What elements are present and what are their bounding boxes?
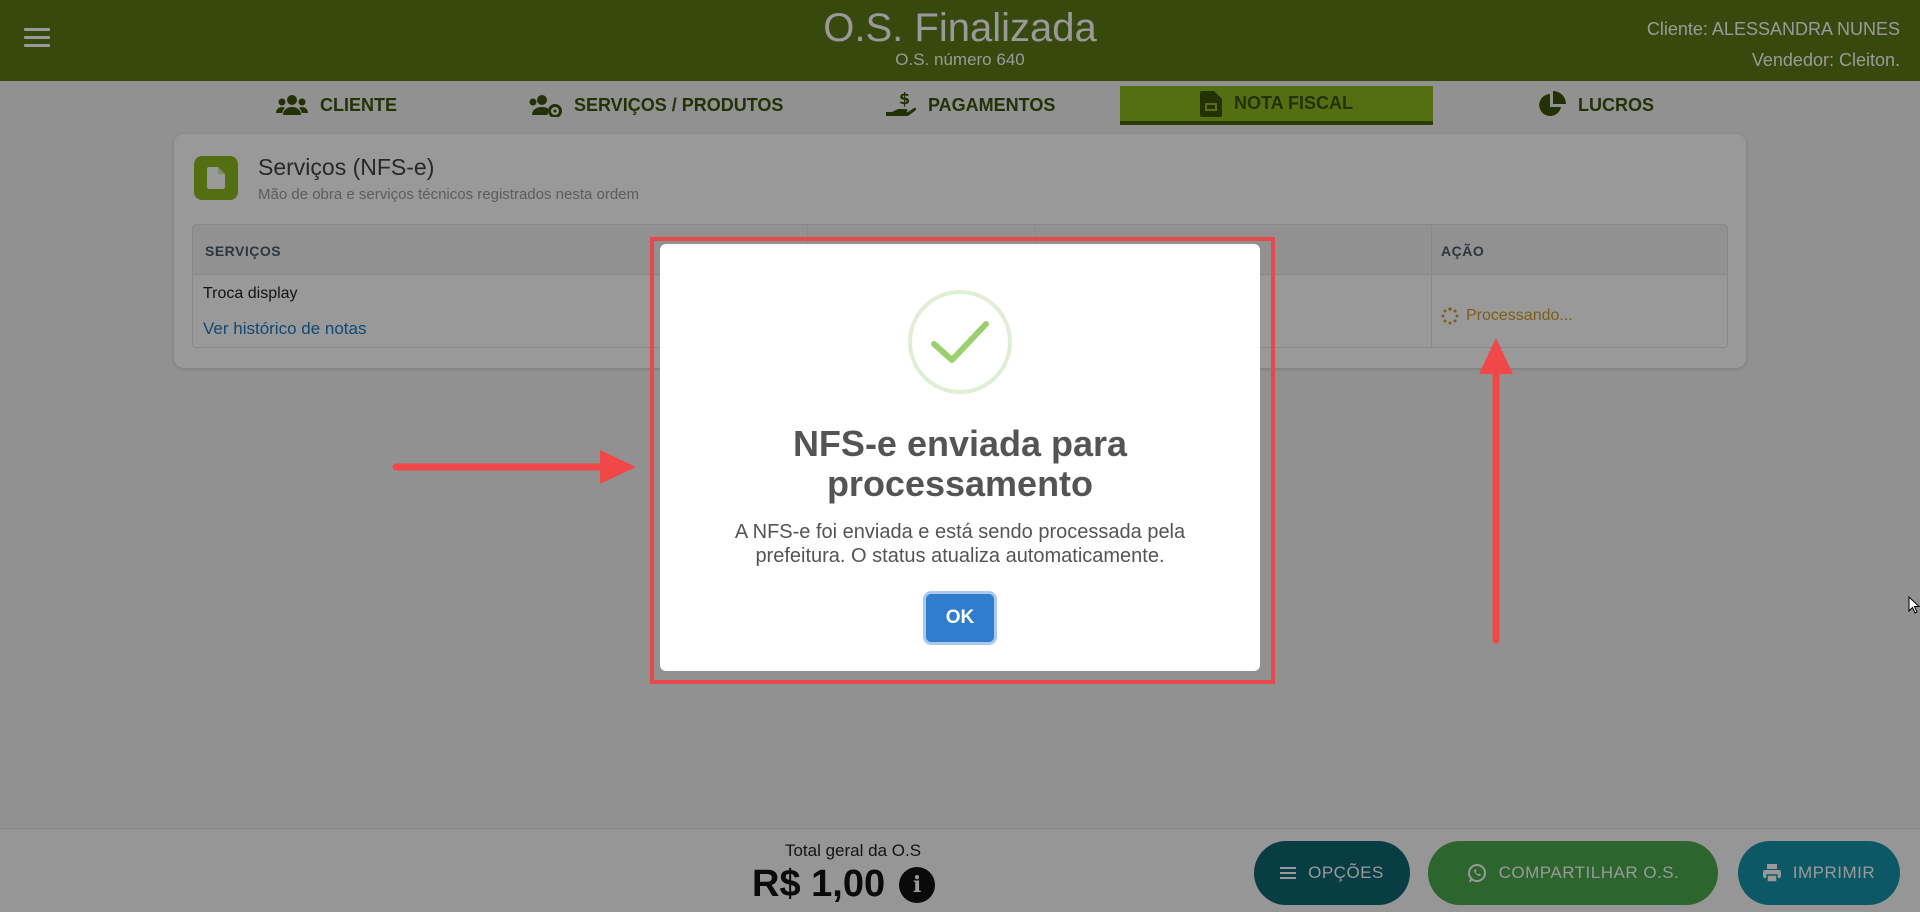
success-dialog: NFS-e enviada para processamento A NFS-e…	[660, 244, 1260, 671]
ok-button[interactable]: OK	[926, 594, 994, 642]
dialog-title: NFS-e enviada para processamento	[792, 423, 1128, 504]
success-check-icon	[908, 290, 1012, 394]
dialog-message: A NFS-e foi enviada e está sendo process…	[734, 521, 1186, 567]
mouse-cursor-icon	[1908, 596, 1920, 614]
